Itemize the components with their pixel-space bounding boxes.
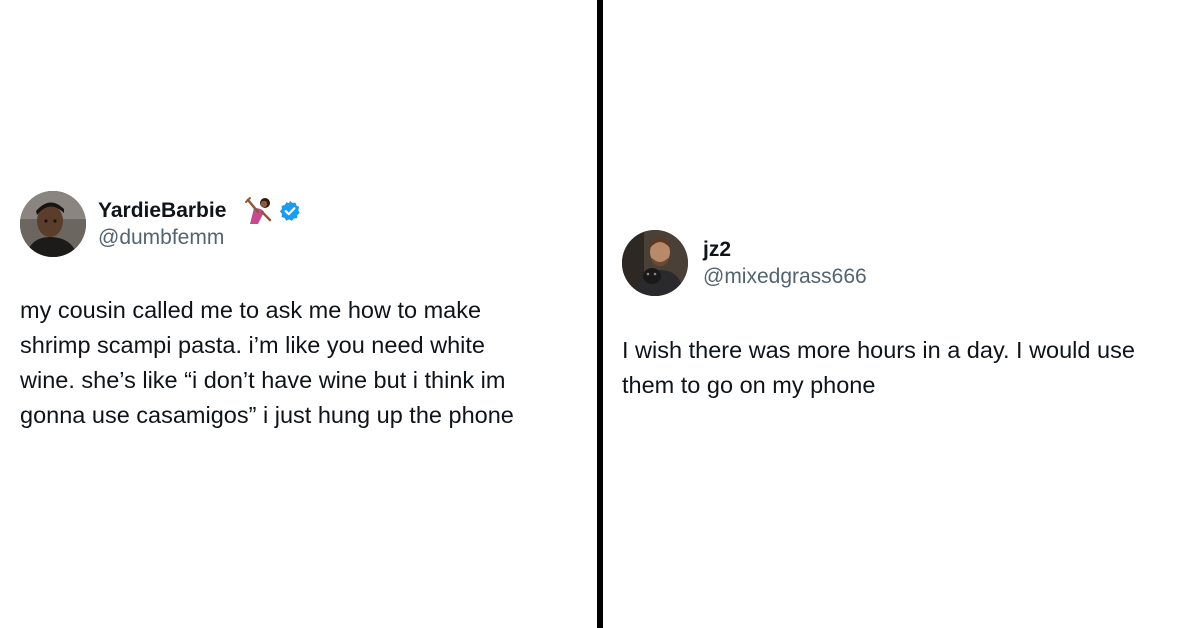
tweet-text-line: my cousin called me to ask me how to mak… [20, 297, 482, 323]
display-name[interactable]: YardieBarbie [98, 199, 226, 223]
verified-badge-icon [279, 200, 301, 227]
woman-dancing-emoji-icon [244, 196, 274, 231]
tweet-text-line: I wish there was more hours in a day. I … [622, 337, 1135, 363]
tweet-text-line: them to go on my phone [622, 372, 876, 398]
tweet-text-line: shrimp scampi pasta. i’m like you need w… [20, 332, 485, 358]
tweet-text-line: gonna use casamigos” i just hung up the … [20, 402, 514, 428]
display-name[interactable]: jz2 [703, 238, 731, 262]
avatar-photo-icon [20, 191, 86, 257]
tweet-body: I wish there was more hours in a day. I … [622, 333, 1135, 403]
tweet-body: my cousin called me to ask me how to mak… [20, 293, 514, 433]
avatar[interactable] [20, 191, 86, 257]
avatar-photo-icon [622, 230, 688, 296]
user-handle[interactable]: @mixedgrass666 [703, 265, 867, 289]
user-handle[interactable]: @dumbfemm [98, 226, 224, 250]
avatar[interactable] [622, 230, 688, 296]
panel-divider [597, 0, 603, 628]
tweet-text-line: wine. she’s like “i don’t have wine but … [20, 367, 506, 393]
